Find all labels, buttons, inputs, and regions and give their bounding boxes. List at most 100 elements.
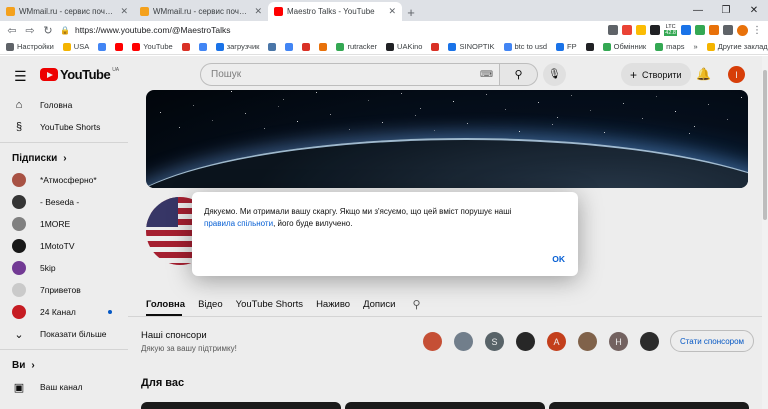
bookmark-item[interactable] <box>319 42 328 51</box>
channel-tab[interactable]: YouTube Shorts <box>236 299 303 310</box>
channel-tab[interactable]: Наживо <box>316 299 350 310</box>
bookmark-item[interactable]: rutracker <box>336 42 377 51</box>
back-icon[interactable]: ⇦ <box>6 24 18 37</box>
bookmark-item[interactable] <box>585 42 594 51</box>
become-sponsor-button[interactable]: Стати спонсором <box>670 330 754 352</box>
sidebar-item[interactable]: § YouTube Shorts <box>0 116 128 138</box>
sidebar-item[interactable]: 1MotoTV <box>0 235 128 257</box>
bookmark-item[interactable]: USA <box>62 42 89 51</box>
account-avatar[interactable]: I <box>728 66 745 83</box>
sponsor-avatar[interactable] <box>578 332 597 351</box>
maximize-icon[interactable]: ❐ <box>712 5 740 16</box>
sidebar-item[interactable]: 1MORE <box>0 213 128 235</box>
banner-star <box>505 109 506 110</box>
video-thumbnail[interactable] <box>141 402 341 409</box>
keyboard-icon[interactable]: ⌨ <box>480 69 493 80</box>
bookmark-item[interactable] <box>115 42 124 51</box>
search-input[interactable]: Пошук ⌨ <box>200 63 500 86</box>
extension-icon[interactable] <box>695 25 705 35</box>
bookmark-item[interactable]: btc to usd <box>503 42 547 51</box>
sponsor-avatar[interactable] <box>516 332 535 351</box>
bookmark-label: загрузчик <box>226 42 260 51</box>
ok-button[interactable]: OK <box>552 254 565 264</box>
sidebar-item[interactable]: 24 Канал <box>0 301 128 323</box>
close-tab-icon[interactable]: ✕ <box>388 6 396 17</box>
you-header[interactable]: Ви › <box>0 354 128 376</box>
sidebar-item[interactable]: ⌂ Головна <box>0 94 128 116</box>
sponsor-avatar[interactable]: S <box>485 332 504 351</box>
video-thumbnail[interactable] <box>345 402 545 409</box>
bookmark-item[interactable] <box>285 42 294 51</box>
sponsor-avatar[interactable] <box>454 332 473 351</box>
ltc-extension[interactable]: LTC 42.8 <box>664 24 677 36</box>
banner-star <box>330 114 331 115</box>
bookmark-item[interactable] <box>302 42 311 51</box>
profile-avatar[interactable] <box>737 24 748 36</box>
bookmark-item[interactable]: YouTube <box>132 42 173 51</box>
extension-icon[interactable] <box>650 25 661 35</box>
banner-star <box>245 113 246 114</box>
channel-tab[interactable]: Дописи <box>363 299 395 310</box>
bookmark-item[interactable]: SINOPTIK <box>448 42 495 51</box>
video-thumbnail[interactable] <box>549 402 749 409</box>
forward-icon[interactable]: ⇨ <box>24 24 36 37</box>
menu-icon[interactable]: ⋮ <box>752 25 762 36</box>
banner-star <box>590 110 591 111</box>
extension-icon[interactable] <box>709 25 719 35</box>
sidebar-item[interactable]: 7приветов <box>0 279 128 301</box>
more-bookmarks-button[interactable]: » <box>694 42 698 51</box>
bookmark-item[interactable] <box>431 42 440 51</box>
new-tab-button[interactable]: + <box>402 3 420 21</box>
browser-tab[interactable]: WMmail.ru - сервис почтовых ро...✕ <box>134 2 268 21</box>
close-tab-icon[interactable]: ✕ <box>254 6 262 17</box>
subscriptions-header[interactable]: Підписки › <box>0 147 128 169</box>
bookmark-item[interactable]: Обмінник <box>602 42 646 51</box>
extension-icon[interactable] <box>681 25 691 35</box>
browser-tab[interactable]: Maestro Talks - YouTube ✕ <box>268 2 402 21</box>
sponsor-avatar[interactable] <box>640 332 659 351</box>
minimize-icon[interactable]: — <box>684 5 712 16</box>
bookmark-item[interactable] <box>198 42 207 51</box>
bookmark-item[interactable]: maps <box>655 42 685 51</box>
other-bookmarks-folder[interactable]: Другие закладки <box>706 42 768 51</box>
create-button[interactable]: + Створити <box>621 63 691 86</box>
bookmark-item[interactable] <box>98 42 107 51</box>
sidebar-item[interactable]: ⌄ Показати більше <box>0 323 128 345</box>
notifications-bell-icon[interactable]: 🔔 <box>696 67 711 81</box>
reload-icon[interactable]: ↻ <box>42 24 54 37</box>
sponsor-avatar[interactable]: A <box>547 332 566 351</box>
bookmark-item[interactable] <box>181 42 190 51</box>
bookmark-item[interactable]: UAKino <box>386 42 422 51</box>
community-guidelines-link[interactable]: правила спільноти <box>204 219 273 228</box>
youtube-logo[interactable]: YouTube UA <box>40 67 119 82</box>
download-icon[interactable] <box>608 25 619 35</box>
channel-tab[interactable]: Головна <box>146 299 185 310</box>
sidebar-item[interactable]: - Beseda - <box>0 191 128 213</box>
puzzle-icon[interactable] <box>723 25 733 35</box>
address-bar[interactable]: 🔒 https://www.youtube.com/@MaestroTalks <box>60 22 460 38</box>
sponsor-avatar[interactable] <box>423 332 442 351</box>
extension-icon[interactable] <box>636 25 647 35</box>
bookmark-item[interactable] <box>268 42 277 51</box>
browser-tab[interactable]: WMmail.ru - сервис почтовых ро...✕ <box>0 2 134 21</box>
sidebar-item[interactable]: 5kip <box>0 257 128 279</box>
close-tab-icon[interactable]: ✕ <box>120 6 128 17</box>
sidebar-item[interactable]: ▣ Ваш канал <box>0 376 128 398</box>
scrollbar-thumb[interactable] <box>763 70 767 220</box>
banner-star <box>727 119 728 120</box>
page-scrollbar[interactable] <box>762 56 768 409</box>
bookmark-favicon-icon <box>215 42 224 51</box>
banner-star <box>675 111 676 112</box>
bookmark-item[interactable]: загрузчик <box>215 42 260 51</box>
channel-tab[interactable]: Відео <box>198 299 223 310</box>
bookmark-item[interactable]: Настройки <box>6 42 54 51</box>
sponsor-avatar[interactable]: H <box>609 332 628 351</box>
extension-icon[interactable] <box>622 25 633 35</box>
bookmark-item[interactable]: FP <box>556 42 577 51</box>
sidebar-item[interactable]: *Атмосферно* <box>0 169 128 191</box>
voice-search-button[interactable]: 🎙 <box>543 63 566 86</box>
menu-icon[interactable]: ☰ <box>14 68 27 85</box>
search-button[interactable]: ⚲ <box>500 63 538 86</box>
close-window-icon[interactable]: ✕ <box>740 5 768 16</box>
channel-search-icon[interactable]: ⚲ <box>412 298 420 311</box>
